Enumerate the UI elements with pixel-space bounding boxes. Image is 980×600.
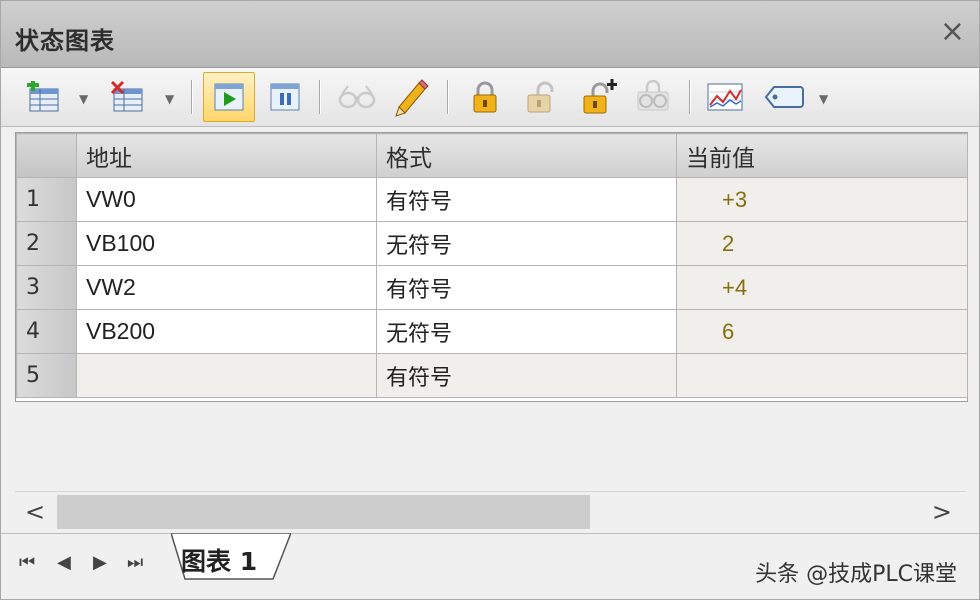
row-number[interactable]: 5: [16, 353, 77, 398]
toolbar-separator: [191, 80, 192, 114]
prev-sheet-icon[interactable]: ◀: [57, 552, 71, 573]
read-button[interactable]: [335, 76, 379, 118]
insert-row-button[interactable]: [21, 76, 65, 118]
force-button[interactable]: [463, 76, 507, 118]
pause-icon: [270, 83, 300, 111]
toolbar-separator: [447, 80, 448, 114]
scrollbar-thumb[interactable]: [57, 495, 590, 529]
close-icon[interactable]: ×: [940, 17, 965, 47]
format-cell[interactable]: 有符号: [376, 177, 677, 222]
next-sheet-icon[interactable]: ▶: [93, 552, 107, 573]
scroll-right-icon[interactable]: >: [932, 498, 952, 526]
unforce-all-button[interactable]: [577, 76, 621, 118]
column-header-value[interactable]: 当前值: [676, 133, 968, 178]
toolbar: ▼ ▼ ▼: [1, 68, 979, 127]
trend-view-button[interactable]: [703, 76, 747, 118]
row-number[interactable]: 3: [16, 265, 77, 310]
lock-icon: [473, 81, 497, 113]
first-sheet-icon[interactable]: ⏮: [19, 552, 35, 573]
value-cell: +3: [676, 177, 968, 222]
toolbar-separator: [689, 80, 690, 114]
row-number[interactable]: 4: [16, 309, 77, 354]
table-row: 5 有符号: [16, 353, 968, 398]
corner-cell[interactable]: [16, 133, 77, 178]
title-bar: 状态图表 ×: [1, 1, 979, 68]
unforce-button[interactable]: [519, 76, 563, 118]
last-sheet-icon[interactable]: ⏭: [127, 552, 143, 573]
tag-icon: [764, 86, 804, 108]
start-trend-button[interactable]: [203, 72, 255, 122]
tag-dropdown-icon[interactable]: ▼: [819, 92, 828, 106]
sheet-tab-bar: ⏮ ◀ ▶ ⏭ 图表 1 头条 @技成PLC课堂: [1, 533, 979, 599]
table-delete-icon: [110, 81, 143, 112]
address-cell[interactable]: VB200: [76, 309, 377, 354]
unlock-all-icon: [583, 79, 617, 114]
column-header-address[interactable]: 地址: [76, 133, 377, 178]
watermark-text: 头条 @技成PLC课堂: [755, 562, 957, 587]
status-table: 地址 格式 当前值 1 VW0 有符号 +3 2 VB100 无符号 2 3 V…: [15, 132, 968, 402]
table-row: 3 VW2 有符号 +4: [16, 265, 968, 310]
format-cell[interactable]: 无符号: [376, 221, 677, 266]
value-cell: [676, 353, 968, 398]
format-cell[interactable]: 有符号: [376, 353, 677, 398]
column-header-format[interactable]: 格式: [376, 133, 677, 178]
table-header-row: 地址 格式 当前值: [16, 133, 968, 178]
address-cell[interactable]: VB100: [76, 221, 377, 266]
glasses-icon: [338, 85, 376, 109]
row-number[interactable]: 1: [16, 177, 77, 222]
address-cell[interactable]: [76, 353, 377, 398]
window-title: 状态图表: [15, 27, 115, 55]
sheet-tab-label[interactable]: 图表 1: [181, 542, 257, 578]
toolbar-separator: [319, 80, 320, 114]
table-row: 4 VB200 无符号 6: [16, 309, 968, 354]
horizontal-scrollbar[interactable]: < >: [15, 491, 966, 532]
value-cell: 6: [676, 309, 968, 354]
table-add-icon: [27, 81, 59, 112]
delete-row-button[interactable]: [105, 76, 149, 118]
value-cell: 2: [676, 221, 968, 266]
delete-row-dropdown-icon[interactable]: ▼: [165, 92, 174, 106]
row-number[interactable]: 2: [16, 221, 77, 266]
insert-row-dropdown-icon[interactable]: ▼: [79, 92, 88, 106]
address-cell[interactable]: VW0: [76, 177, 377, 222]
glasses-lock-icon: [637, 80, 669, 111]
pause-button[interactable]: [263, 76, 307, 118]
scroll-left-icon[interactable]: <: [25, 498, 45, 526]
address-cell[interactable]: VW2: [76, 265, 377, 310]
status-chart-window: 状态图表 × ▼ ▼ ▼ 地址 格式 当前值 1 VW0 有符号 +3 2 VB…: [0, 0, 980, 600]
trend-chart-icon: [707, 83, 743, 111]
unlock-icon: [527, 81, 554, 113]
pencil-icon: [395, 79, 429, 117]
table-row: 1 VW0 有符号 +3: [16, 177, 968, 222]
read-forced-button[interactable]: [631, 76, 675, 118]
table-row: 2 VB100 无符号 2: [16, 221, 968, 266]
write-button[interactable]: [389, 76, 433, 118]
format-cell[interactable]: 无符号: [376, 309, 677, 354]
value-cell: +4: [676, 265, 968, 310]
play-icon: [214, 83, 244, 111]
format-cell[interactable]: 有符号: [376, 265, 677, 310]
tag-button[interactable]: [763, 76, 807, 118]
